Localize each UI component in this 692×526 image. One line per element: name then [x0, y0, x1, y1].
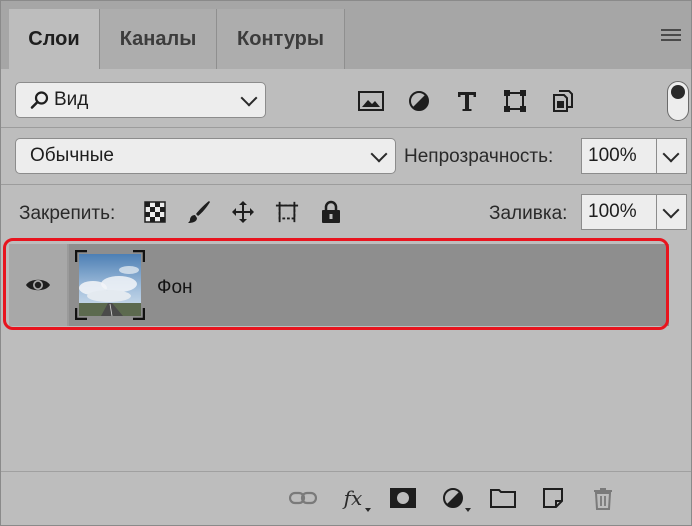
- adjustment-layer-icon[interactable]: [439, 484, 471, 512]
- filter-toggle[interactable]: [667, 81, 689, 121]
- selection-highlight: [3, 238, 669, 330]
- lock-transparent-icon[interactable]: [143, 200, 167, 224]
- panel-menu-icon[interactable]: [661, 29, 681, 43]
- blend-mode-select[interactable]: Обычные: [15, 138, 396, 174]
- chevron-down-icon: [662, 145, 680, 163]
- link-icon[interactable]: [289, 484, 317, 512]
- adjustment-filter-icon[interactable]: [405, 89, 433, 113]
- lock-position-icon[interactable]: [231, 200, 255, 224]
- tab-bar: Слои Каналы Контуры: [1, 1, 691, 69]
- type-filter-icon[interactable]: [453, 89, 481, 113]
- lock-icons: [143, 200, 363, 224]
- search-icon: [30, 90, 50, 110]
- fill-input[interactable]: 100%: [581, 194, 657, 230]
- opacity-input[interactable]: 100%: [581, 138, 657, 174]
- shape-filter-icon[interactable]: [501, 89, 529, 113]
- folder-icon[interactable]: [489, 484, 517, 512]
- filter-icons: [357, 89, 597, 113]
- tab-layers[interactable]: Слои: [9, 9, 99, 69]
- tab-paths[interactable]: Контуры: [217, 9, 345, 69]
- fill-label: Заливка:: [489, 203, 568, 224]
- lock-pixels-icon[interactable]: [187, 200, 211, 224]
- lock-artboard-icon[interactable]: [275, 200, 299, 224]
- trash-icon[interactable]: [589, 484, 617, 512]
- fx-icon[interactable]: fx: [339, 484, 371, 512]
- chevron-down-icon: [370, 145, 388, 163]
- lock-all-icon[interactable]: [319, 200, 343, 224]
- filter-kind-select[interactable]: Вид: [15, 82, 266, 118]
- chevron-down-icon: [240, 89, 258, 107]
- image-filter-icon[interactable]: [357, 89, 385, 113]
- new-layer-icon[interactable]: [539, 484, 567, 512]
- filter-kind-value: Вид: [54, 89, 89, 110]
- bottom-toolbar: fx: [1, 471, 691, 526]
- lock-label: Закрепить:: [19, 203, 116, 224]
- chevron-down-icon: [662, 201, 680, 219]
- divider: [1, 127, 691, 128]
- tab-channels[interactable]: Каналы: [99, 9, 217, 69]
- mask-icon[interactable]: [389, 484, 417, 512]
- layers-panel: Слои Каналы Контуры Вид Обычные Непрозра…: [0, 0, 692, 526]
- fill-dropdown-button[interactable]: [657, 194, 687, 230]
- opacity-label: Непрозрачность:: [404, 146, 554, 167]
- opacity-dropdown-button[interactable]: [657, 138, 687, 174]
- blend-mode-value: Обычные: [30, 145, 114, 166]
- filter-row: Вид: [1, 69, 691, 127]
- smart-object-filter-icon[interactable]: [549, 89, 577, 113]
- divider: [1, 184, 691, 185]
